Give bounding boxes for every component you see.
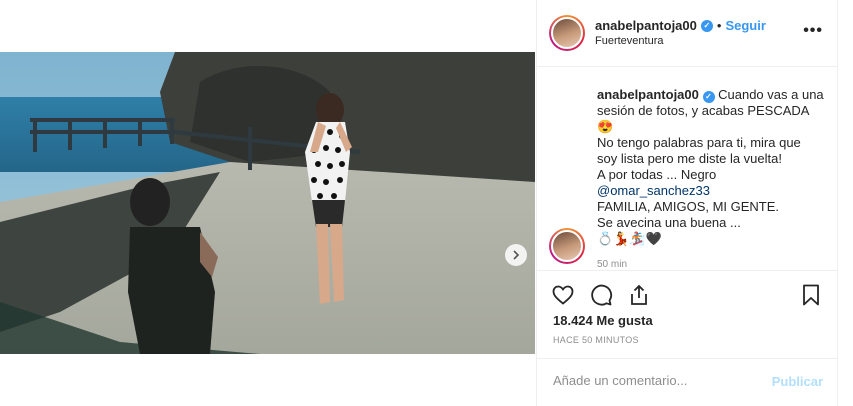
likes-count[interactable]: 18.424 Me gusta — [553, 313, 653, 328]
post-timestamp[interactable]: HACE 50 MINUTOS — [553, 335, 639, 345]
caption-text: anabelpantoja00 ✓ Cuando vas a una sesió… — [597, 87, 829, 270]
caption-area: anabelpantoja00 ✓ Cuando vas a una sesió… — [537, 68, 837, 270]
post-header: anabelpantoja00 ✓ • Seguir Fuerteventura… — [537, 0, 837, 67]
chevron-right-icon — [513, 250, 520, 260]
carousel-next-button[interactable] — [505, 244, 527, 266]
post-panel: anabelpantoja00 ✓ • Seguir Fuerteventura… — [536, 0, 838, 406]
caption-avatar[interactable] — [549, 228, 585, 264]
separator-dot: • — [716, 18, 722, 33]
actions-bar: 18.424 Me gusta HACE 50 MINUTOS — [537, 270, 837, 358]
caption-line: sesión de fotos, y acabas PESCADA — [597, 103, 810, 118]
verified-badge-icon: ✓ — [700, 19, 713, 32]
verified-badge-icon: ✓ — [702, 91, 715, 103]
caption-line: anabelpantoja00 ✓ Cuando vas a una — [597, 87, 829, 103]
more-options-icon[interactable]: ••• — [803, 22, 823, 40]
comment-box: Publicar — [537, 358, 837, 406]
caption-line: soy lista pero me diste la vuelta! — [597, 151, 782, 166]
caption-line: 😍 — [597, 119, 614, 134]
publish-button[interactable]: Publicar — [772, 374, 823, 389]
caption-time[interactable]: 50 min — [597, 257, 829, 270]
caption-username-link[interactable]: anabelpantoja00 — [597, 87, 699, 102]
caption-line-text: Cuando vas a una — [718, 87, 824, 102]
bookmark-icon[interactable] — [799, 283, 823, 307]
caption-line: A por todas ... Negro — [597, 167, 717, 182]
caption-line: No tengo palabras para ti, mira que — [597, 135, 801, 150]
avatar[interactable] — [549, 15, 585, 51]
post-photo[interactable] — [0, 52, 535, 354]
avatar-image — [551, 17, 583, 49]
share-icon[interactable] — [627, 283, 651, 307]
header-user-row: anabelpantoja00 ✓ • Seguir — [595, 18, 766, 33]
comment-input[interactable] — [553, 373, 753, 388]
caption-line: FAMILIA, AMIGOS, MI GENTE. — [597, 199, 780, 214]
follow-button[interactable]: Seguir — [725, 18, 765, 33]
location-link[interactable]: Fuerteventura — [595, 35, 663, 47]
comment-icon[interactable] — [589, 283, 613, 307]
caption-line: Se avecina una buena ... — [597, 215, 741, 230]
username-link[interactable]: anabelpantoja00 — [595, 18, 697, 33]
mention-link[interactable]: @omar_sanchez33 — [597, 183, 829, 199]
beach-photo — [0, 52, 535, 354]
heart-icon[interactable] — [551, 283, 575, 307]
caption-avatar-image — [551, 230, 583, 262]
caption-emoji-line: 💍💃🏂🖤 — [597, 231, 662, 246]
action-icons — [551, 283, 651, 307]
